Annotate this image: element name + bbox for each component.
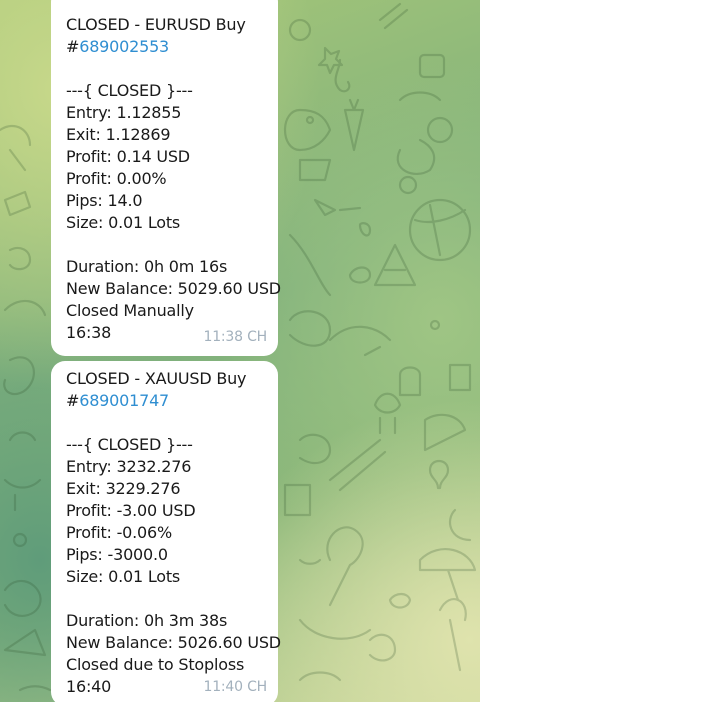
- lot-size: Size: 0.01 Lots: [66, 213, 181, 232]
- exit-price: Exit: 1.12869: [66, 125, 171, 144]
- closed-reason: Closed Manually: [66, 301, 194, 320]
- exit-price: Exit: 3229.276: [66, 479, 181, 498]
- entry-price: Entry: 3232.276: [66, 457, 192, 476]
- message-timestamp: 11:38 CH: [203, 329, 268, 345]
- profit-usd: Profit: 0.14 USD: [66, 147, 190, 166]
- message-header: CLOSED - EURUSD Buy: [66, 15, 246, 34]
- message-bubble[interactable]: CLOSED - XAUUSD Buy #689001747 ---{ CLOS…: [51, 361, 281, 702]
- closed-reason: Closed due to Stoploss: [66, 655, 245, 674]
- pips: Pips: -3000.0: [66, 545, 168, 564]
- ticket-hashtag-link[interactable]: 689002553: [79, 37, 169, 56]
- lot-size: Size: 0.01 Lots: [66, 567, 181, 586]
- duration: Duration: 0h 3m 38s: [66, 611, 228, 630]
- chat-background: CLOSED - EURUSD Buy #689002553 ---{ CLOS…: [0, 0, 480, 702]
- ticket-line: #689002553: [66, 36, 266, 58]
- status-line: ---{ CLOSED }---: [66, 81, 193, 100]
- hash-symbol: #: [66, 391, 80, 410]
- message-timestamp: 11:40 CH: [203, 679, 268, 695]
- entry-price: Entry: 1.12855: [66, 103, 182, 122]
- profit-percent: Profit: -0.06%: [66, 523, 173, 542]
- status-line: ---{ CLOSED }---: [66, 435, 193, 454]
- hash-symbol: #: [66, 37, 80, 56]
- profit-usd: Profit: -3.00 USD: [66, 501, 196, 520]
- pips: Pips: 14.0: [66, 191, 143, 210]
- ticket-hashtag-link[interactable]: 689001747: [79, 391, 169, 410]
- new-balance: New Balance: 5026.60 USD: [66, 633, 281, 652]
- new-balance: New Balance: 5029.60 USD: [66, 279, 281, 298]
- duration: Duration: 0h 0m 16s: [66, 257, 228, 276]
- message-header: CLOSED - XAUUSD Buy: [66, 369, 247, 388]
- message-bubble[interactable]: CLOSED - EURUSD Buy #689002553 ---{ CLOS…: [51, 0, 281, 356]
- ticket-line: #689001747: [66, 390, 266, 412]
- profit-percent: Profit: 0.00%: [66, 169, 167, 188]
